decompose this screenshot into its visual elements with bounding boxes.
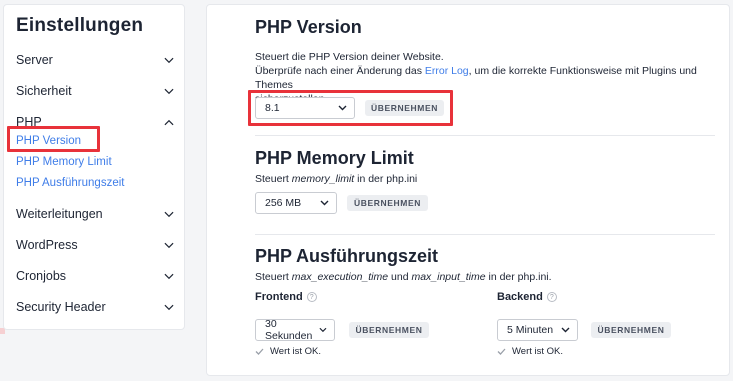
desc-text: und — [388, 271, 412, 283]
desc-line: Überprüfe nach einer Änderung das Error … — [255, 64, 729, 92]
highlight-box — [7, 126, 100, 152]
sidebar-title: Einstellungen — [16, 15, 144, 36]
select-value: 30 Sekunden — [265, 318, 313, 342]
status-text: Wert ist OK. — [270, 346, 322, 357]
chevron-down-icon — [320, 200, 329, 206]
backend-field-label: Backend ? — [497, 291, 557, 303]
error-log-link[interactable]: Error Log — [425, 65, 469, 77]
help-circle-icon[interactable]: ? — [546, 292, 557, 302]
sidebar-item-label: Sicherheit — [16, 84, 72, 98]
desc-text: Steuert — [255, 173, 292, 185]
sidebar-item-label: Cronjobs — [16, 269, 67, 283]
sidebar-subitem-php-memory-limit[interactable]: PHP Memory Limit — [16, 156, 112, 168]
settings-main-panel: PHP Version Steuert die PHP Version dein… — [206, 4, 730, 376]
desc-emphasis: memory_limit — [291, 173, 355, 185]
sidebar-item-label: WordPress — [16, 238, 78, 252]
status-text: Wert ist OK. — [512, 346, 564, 357]
php-version-title: PHP Version — [255, 17, 362, 37]
desc-text: in der php.ini — [354, 173, 418, 185]
chevron-down-icon — [164, 271, 174, 281]
chevron-down-icon — [561, 327, 570, 333]
sidebar-item-wordpress[interactable]: WordPress — [4, 230, 186, 260]
frontend-time-select[interactable]: 30 Sekunden — [255, 318, 335, 342]
desc-text: Überprüfe nach einer Änderung das — [255, 65, 425, 77]
sidebar-item-cronjobs[interactable]: Cronjobs — [4, 261, 186, 291]
php-exec-time-title: PHP Ausführungszeit — [255, 246, 439, 266]
memory-limit-select[interactable]: 256 MB — [255, 192, 337, 214]
backend-status: Wert ist OK. — [497, 346, 563, 357]
field-label-text: Frontend — [255, 291, 303, 303]
php-memory-limit-title: PHP Memory Limit — [255, 148, 414, 168]
sidebar-item-label: Weiterleitungen — [16, 207, 103, 221]
chevron-down-icon — [164, 86, 174, 96]
desc-text: in der php.ini. — [485, 271, 552, 283]
field-label-text: Backend — [497, 291, 543, 303]
frontend-status: Wert ist OK. — [255, 346, 321, 357]
highlight-box — [248, 90, 453, 126]
chevron-down-icon — [164, 209, 174, 219]
php-memory-limit-description: Steuert memory_limit in der php.ini — [255, 172, 417, 186]
frontend-field-label: Frontend ? — [255, 291, 317, 303]
backend-time-select[interactable]: 5 Minuten — [497, 319, 578, 341]
sidebar-subitem-php-ausfuehrungszeit[interactable]: PHP Ausführungszeit — [16, 177, 124, 189]
sidebar-item-label: Security Header — [16, 300, 106, 314]
select-value: 256 MB — [265, 197, 302, 209]
desc-line: Steuert die PHP Version deiner Website. — [255, 51, 444, 63]
sidebar-item-weiterleitungen[interactable]: Weiterleitungen — [4, 199, 186, 229]
settings-sidebar: Einstellungen Server Sicherheit PHP PHP … — [3, 4, 185, 330]
sidebar-item-security-header[interactable]: Security Header — [4, 292, 186, 322]
frontend-apply-button[interactable]: ÜBERNEHMEN — [349, 322, 429, 338]
chevron-down-icon — [164, 302, 174, 312]
desc-emphasis: max_input_time — [411, 271, 486, 283]
chevron-down-icon — [164, 55, 174, 65]
help-circle-icon[interactable]: ? — [306, 292, 317, 302]
sidebar-item-server[interactable]: Server — [4, 45, 186, 75]
php-exec-time-description: Steuert max_execution_time und max_input… — [255, 270, 552, 284]
desc-text: Steuert — [255, 271, 292, 283]
section-divider — [255, 234, 715, 235]
chevron-down-icon — [319, 327, 327, 333]
check-icon — [497, 348, 506, 355]
backend-apply-button[interactable]: ÜBERNEHMEN — [591, 322, 671, 338]
check-icon — [255, 348, 264, 355]
desc-emphasis: max_execution_time — [291, 271, 389, 283]
sidebar-item-label: Server — [16, 53, 53, 67]
section-divider — [255, 135, 715, 136]
memory-limit-apply-button[interactable]: ÜBERNEHMEN — [347, 195, 428, 211]
sidebar-item-sicherheit[interactable]: Sicherheit — [4, 76, 186, 106]
select-value: 5 Minuten — [507, 324, 554, 336]
chevron-up-icon — [164, 117, 174, 127]
chevron-down-icon — [164, 240, 174, 250]
